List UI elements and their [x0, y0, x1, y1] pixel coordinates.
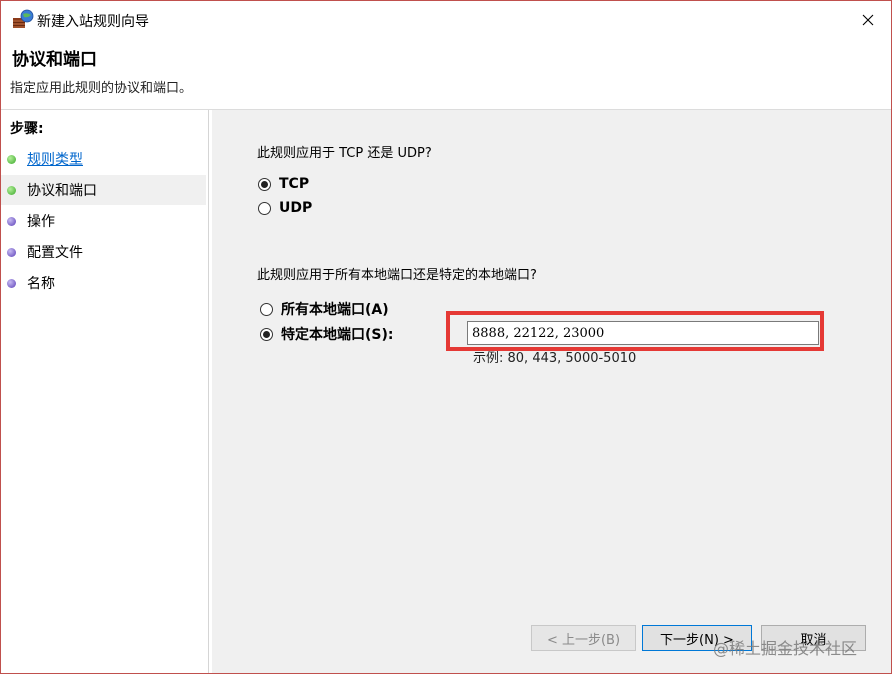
step-label: 协议和端口 — [27, 183, 97, 199]
step-rule-type[interactable]: 规则类型 — [1, 144, 206, 174]
radio-indicator[interactable] — [260, 302, 273, 316]
step-pending-icon — [7, 278, 16, 288]
watermark: @稀土掘金技术社区 — [713, 639, 858, 658]
radio-specific-ports[interactable]: 特定本地端口(S): — [260, 324, 393, 344]
close-button[interactable] — [845, 1, 891, 39]
step-name[interactable]: 名称 — [1, 268, 206, 298]
radio-indicator[interactable] — [260, 327, 273, 341]
step-pending-icon — [7, 216, 16, 226]
radio-indicator[interactable] — [258, 177, 271, 191]
step-done-icon — [7, 154, 16, 164]
firewall-wizard-icon — [13, 9, 34, 28]
steps-heading: 步骤: — [10, 121, 44, 137]
radio-udp[interactable]: UDP — [258, 200, 312, 216]
radio-label: UDP — [279, 200, 313, 216]
step-action[interactable]: 操作 — [1, 206, 206, 236]
radio-label: 所有本地端口(A) — [281, 302, 389, 318]
wizard-window: 新建入站规则向导 协议和端口 指定应用此规则的协议和端口。 步骤: 规则类型 协… — [0, 0, 892, 674]
close-icon — [862, 14, 874, 26]
ports-question: 此规则应用于所有本地端口还是特定的本地端口? — [257, 268, 537, 283]
back-button[interactable]: < 上一步(B) — [531, 625, 636, 651]
step-profile[interactable]: 配置文件 — [1, 237, 206, 267]
title-bar[interactable]: 新建入站规则向导 — [1, 1, 891, 39]
protocol-question: 此规则应用于 TCP 还是 UDP? — [257, 146, 432, 161]
step-pending-icon — [7, 247, 16, 257]
page-header: 协议和端口 指定应用此规则的协议和端口。 — [1, 39, 891, 109]
window-title: 新建入站规则向导 — [37, 14, 149, 30]
step-protocol-ports[interactable]: 协议和端口 — [1, 175, 206, 205]
step-label: 操作 — [27, 214, 55, 230]
step-current-icon — [7, 185, 16, 195]
page-title: 协议和端口 — [12, 50, 97, 70]
step-label: 规则类型 — [27, 152, 83, 168]
radio-tcp[interactable]: TCP — [258, 176, 309, 192]
radio-all-ports[interactable]: 所有本地端口(A) — [260, 299, 389, 319]
page-subtitle: 指定应用此规则的协议和端口。 — [10, 81, 193, 96]
radio-label: 特定本地端口(S): — [281, 327, 394, 343]
content-pane — [212, 110, 891, 673]
radio-indicator[interactable] — [258, 201, 271, 215]
radio-label: TCP — [279, 176, 310, 192]
highlight-annotation — [446, 311, 824, 351]
step-label: 配置文件 — [27, 245, 83, 261]
step-label: 名称 — [27, 276, 55, 292]
steps-pane: 步骤: 规则类型 协议和端口 操作 配置文件 名称 — [1, 110, 209, 673]
